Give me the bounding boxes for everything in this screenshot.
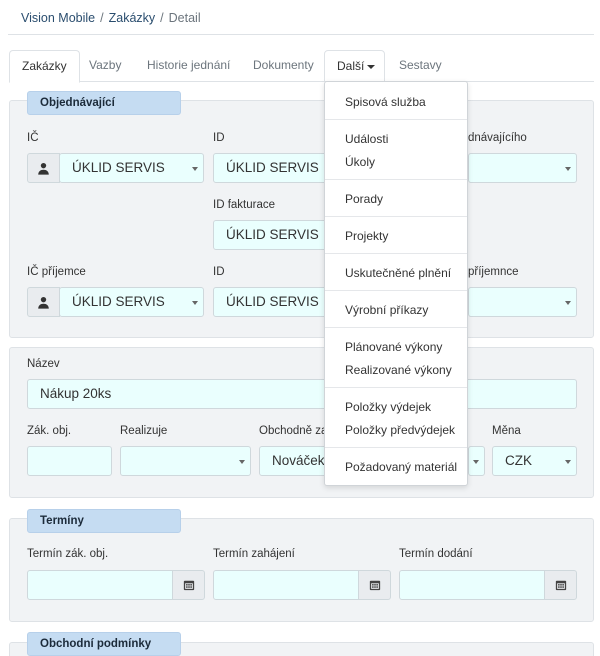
menu-item-planovane-vykony[interactable]: Plánované výkony [345, 340, 442, 354]
osoba-prijemnce-label: příjemnce [468, 266, 519, 278]
breadcrumb-root-link[interactable]: Vision Mobile [21, 11, 95, 25]
termin-zahajeni-label: Termín zahájení [213, 548, 295, 560]
menu-item-vyrobni-prikazy[interactable]: Výrobní příkazy [345, 303, 428, 317]
nazev-label: Název [27, 358, 60, 370]
id-fakturace-label: ID fakturace [213, 199, 275, 211]
osoba-objednavajiciho-label: dnávajícího [468, 132, 527, 144]
menu-divider [325, 290, 467, 291]
tab-bar: Zakázky Vazby Historie jednání Dokumenty… [9, 50, 594, 83]
id-field[interactable]: ÚKLID SERVIS [213, 153, 333, 183]
termin-dodani-input[interactable] [399, 570, 545, 600]
card-objednavajici: Objednávající IČ ÚKLID SERVIS ID ÚKLID S… [9, 91, 594, 338]
termin-dodani-label: Termín dodání [399, 548, 473, 560]
tab-sestavy[interactable]: Sestavy [387, 50, 454, 82]
id-fakturace-field[interactable]: ÚKLID SERVIS [213, 220, 333, 250]
card-terminy: Termíny Termín zák. obj. Termín zahájení… [9, 509, 594, 622]
mena-select[interactable]: CZK [492, 446, 577, 476]
osoba-prijemnce-select[interactable] [468, 287, 577, 317]
menu-item-polozky-vydejek[interactable]: Položky výdejek [345, 400, 431, 414]
id-prijemce-field[interactable]: ÚKLID SERVIS [213, 287, 333, 317]
obchodne-select[interactable]: Nováček [259, 446, 333, 476]
card-obchodni-podminky: Obchodní podmínky [9, 632, 594, 656]
menu-divider [325, 216, 467, 217]
zak-obj-input[interactable] [27, 446, 112, 476]
calendar-icon[interactable] [172, 570, 205, 600]
termin-zahajeni-input[interactable] [213, 570, 359, 600]
menu-divider [325, 179, 467, 180]
tab-historie-jednani[interactable]: Historie jednání [135, 50, 242, 82]
id-label: ID [213, 132, 225, 144]
person-icon [27, 287, 60, 317]
dalsi-dropdown-menu: Spisová služba Události Úkoly Porady Pro… [324, 81, 468, 486]
breadcrumb-separator: / [160, 11, 164, 25]
tab-vazby[interactable]: Vazby [77, 50, 133, 82]
menu-divider [325, 447, 467, 448]
nazev-input[interactable]: Nákup 20ks [27, 379, 577, 409]
realizuje-select[interactable] [120, 446, 251, 476]
menu-item-ukoly[interactable]: Úkoly [345, 155, 375, 169]
ic-label: IČ [27, 132, 39, 144]
tab-dokumenty[interactable]: Dokumenty [241, 50, 326, 82]
zak-obj-label: Zák. obj. [27, 425, 72, 437]
realizuje-label: Realizuje [120, 425, 168, 437]
ic-prijemce-label: IČ příjemce [27, 266, 86, 278]
menu-item-porady[interactable]: Porady [345, 192, 383, 206]
person-icon [27, 153, 60, 183]
termin-zak-obj-label: Termín zák. obj. [27, 548, 109, 560]
calendar-icon[interactable] [544, 570, 577, 600]
menu-item-polozky-predvydejek[interactable]: Položky předvýdejek [345, 423, 455, 437]
ic-prijemce-select[interactable]: ÚKLID SERVIS [59, 287, 204, 317]
id-prijemce-label: ID [213, 266, 225, 278]
menu-divider [325, 387, 467, 388]
breadcrumb-section-link[interactable]: Zakázky [109, 11, 156, 25]
calendar-icon[interactable] [358, 570, 391, 600]
menu-divider [325, 253, 467, 254]
menu-item-projekty[interactable]: Projekty [345, 229, 388, 243]
ic-select[interactable]: ÚKLID SERVIS [59, 153, 204, 183]
menu-divider [325, 327, 467, 328]
section-title-objednavajici: Objednávající [27, 91, 181, 115]
menu-item-spisova-sluzba[interactable]: Spisová služba [345, 95, 426, 109]
obchodne-select-arrow[interactable] [468, 446, 485, 476]
menu-item-uskutecnene-plneni[interactable]: Uskutečněné plnění [345, 266, 451, 280]
breadcrumb-separator: / [100, 11, 104, 25]
termin-zak-obj-input[interactable] [27, 570, 173, 600]
osoba-objednavajiciho-select[interactable] [468, 153, 577, 183]
menu-item-udalosti[interactable]: Události [345, 132, 388, 146]
mena-label: Měna [492, 425, 521, 437]
header-divider [8, 34, 594, 35]
tab-dalsi-label: Další [337, 59, 365, 73]
breadcrumb: Vision Mobile / Zakázky / Detail [21, 11, 201, 25]
section-title-obchodni-podminky: Obchodní podmínky [27, 632, 181, 656]
section-title-terminy: Termíny [27, 509, 181, 533]
tab-zakazky[interactable]: Zakázky [9, 50, 80, 83]
caret-down-icon [367, 64, 376, 69]
breadcrumb-current: Detail [168, 11, 201, 25]
tab-dalsi-dropdown[interactable]: Další [324, 50, 385, 82]
card-detail: Název Nákup 20ks Zák. obj. Realizuje Obc… [9, 347, 594, 498]
menu-item-realizovane-vykony[interactable]: Realizované výkony [345, 363, 452, 377]
menu-divider [325, 119, 467, 120]
menu-item-pozadovany-material[interactable]: Požadovaný materiál [345, 460, 457, 474]
obchodne-label: Obchodně za [259, 425, 328, 437]
